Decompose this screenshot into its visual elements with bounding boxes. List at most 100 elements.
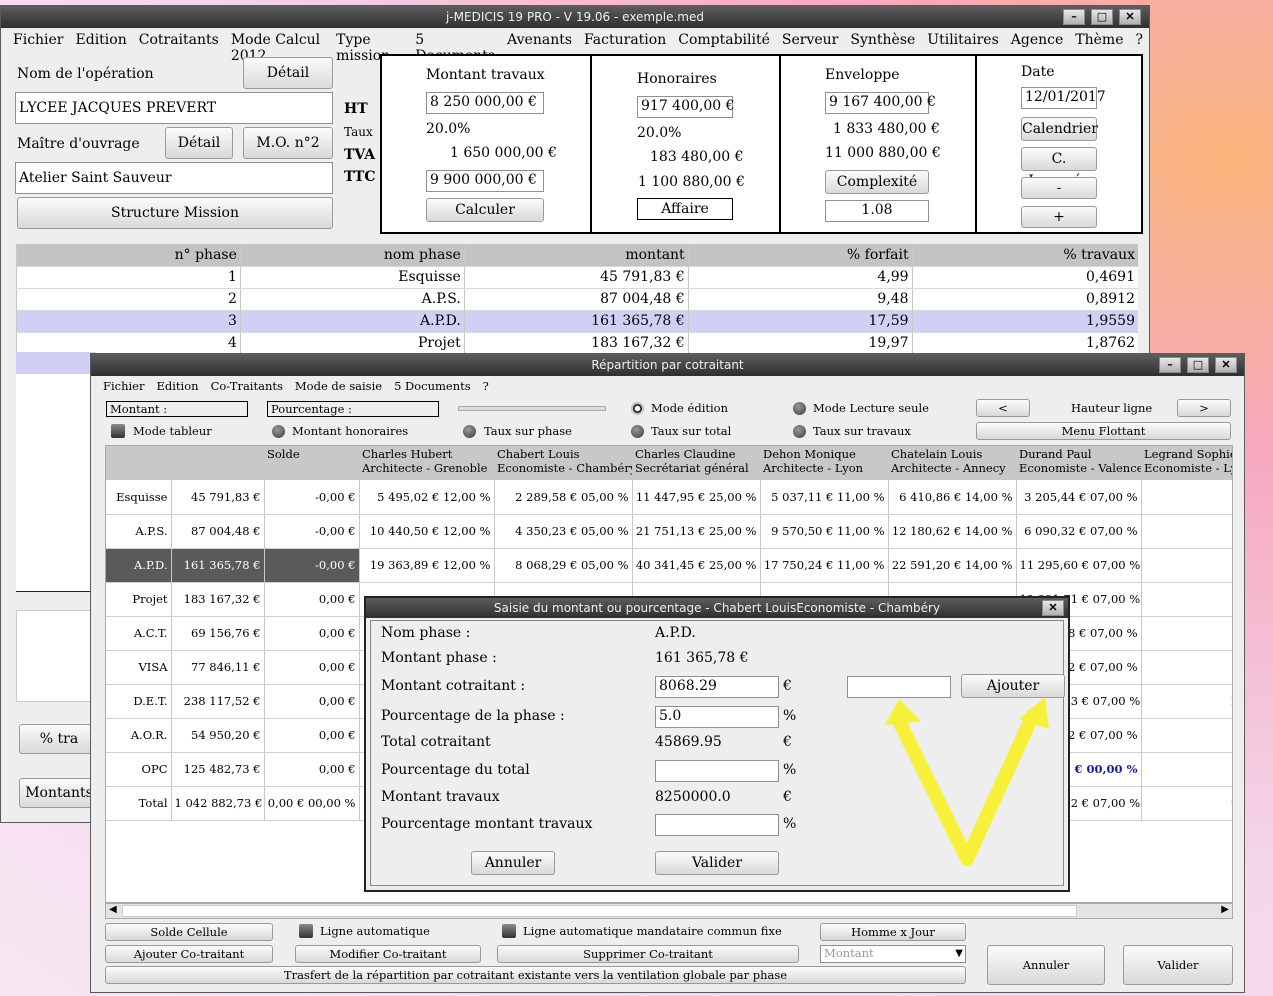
cell[interactable]: 0,00 € xyxy=(264,650,360,685)
table-row[interactable]: A.P.S. 87 004,48 € -0,00 €10 440,50 € 12,0… xyxy=(106,514,1232,549)
col-forfait[interactable]: % forfait xyxy=(687,244,913,267)
homme-jour-button[interactable]: Homme x Jour xyxy=(820,923,966,941)
next-button[interactable]: > xyxy=(1177,399,1231,417)
table-row[interactable]: A.P.D. 161 365,78 € -0,00 €19 363,89 € 12,… xyxy=(106,548,1232,583)
operation-detail-button[interactable]: Détail xyxy=(243,57,333,89)
calculer-button[interactable]: Calculer xyxy=(426,198,544,222)
rep-col-cot[interactable]: Charles Hubert Architecte - Grenoble xyxy=(359,446,494,480)
cell[interactable]: 0,00 € 00,00 % xyxy=(264,786,360,821)
cell[interactable]: 11 295,60 € 07,00 % xyxy=(1016,548,1142,583)
pct-total-input[interactable] xyxy=(655,760,779,782)
rep-menu-fichier[interactable]: Fichier xyxy=(97,379,151,393)
horizontal-scrollbar[interactable]: ◀ ▶ xyxy=(105,903,1233,919)
montant-select[interactable]: Montant ▼ xyxy=(820,945,966,963)
cell[interactable]: 2 289,58 € 05,00 % xyxy=(494,480,633,515)
menu-fichier[interactable]: Fichier xyxy=(7,32,70,64)
mode-tableur-checkbox[interactable] xyxy=(111,424,125,438)
prev-button[interactable]: < xyxy=(976,399,1030,417)
cell[interactable]: 6 090,32 € 07,00 % xyxy=(1016,514,1142,549)
cell[interactable]: 1 831,67 € 01,0 xyxy=(1141,582,1232,617)
rep-col-cot[interactable]: Dehon Monique Architecte - Lyon xyxy=(760,446,888,480)
cell[interactable]: 4 350,23 € 05,00 % xyxy=(494,514,633,549)
travaux-ht-field[interactable]: 8 250 000,00 € xyxy=(426,92,544,114)
cell[interactable]: 5 495,02 € 12,00 % xyxy=(359,480,495,515)
dlg-annuler-button[interactable]: Annuler xyxy=(471,851,555,875)
cell[interactable]: 11 447,95 € 25,00 % xyxy=(632,480,761,515)
cell[interactable]: 3 205,44 € 07,00 % xyxy=(1016,480,1142,515)
ligne-auto-mand-checkbox[interactable] xyxy=(502,924,516,938)
cell[interactable]: 1 613,66 € 01,0 xyxy=(1141,548,1232,583)
rep-valider-button[interactable]: Valider xyxy=(1123,945,1233,985)
cell[interactable]: 0,00 € xyxy=(264,616,360,651)
cell[interactable]: -0,00 € xyxy=(264,480,360,515)
calendrier-button[interactable]: Calendrier xyxy=(1021,117,1098,141)
rep-menu-mode-saisie[interactable]: Mode de saisie xyxy=(289,379,388,393)
montant-cot-input[interactable]: 8068.29 xyxy=(655,676,779,698)
coefficient-field[interactable]: 1.08 xyxy=(825,200,929,222)
cell[interactable]: 0,00 € xyxy=(264,582,360,617)
date-field[interactable]: 12/01/2017 xyxy=(1021,87,1106,109)
mo2-button[interactable]: M.O. n°2 xyxy=(243,127,333,159)
ligne-auto-checkbox[interactable] xyxy=(299,924,313,938)
table-row[interactable]: 2 A.P.S. 87 004,48 €9,48 0,8912 xyxy=(16,288,1138,311)
table-row[interactable]: 4 Projet 183 167,32 €19,97 1,8762 xyxy=(16,332,1138,355)
table-row[interactable]: 1 Esquisse 45 791,83 €4,99 0,4691 xyxy=(16,266,1138,289)
rep-col-cot[interactable]: Chatelain Louis Architecte - Annecy xyxy=(888,446,1016,480)
cell[interactable]: 9 174,02 € 01,0 xyxy=(1141,786,1232,821)
cell[interactable]: 457,91 € 01,0 xyxy=(1141,480,1232,515)
menu-edition[interactable]: Edition xyxy=(70,32,133,64)
solde-cellule-button[interactable]: Solde Cellule xyxy=(105,923,273,941)
cell[interactable]: 549,51 € 01,0 xyxy=(1141,718,1232,753)
cell[interactable]: 19 363,89 € 12,00 % xyxy=(359,548,495,583)
close-icon[interactable]: ✕ xyxy=(1042,600,1064,616)
minus-button[interactable]: - xyxy=(1021,177,1097,199)
taux-travaux-radio[interactable] xyxy=(793,425,806,438)
enveloppe-ht-field[interactable]: 9 167 400,00 € xyxy=(825,92,936,114)
cell[interactable]: 2 381,18 € 01,0 xyxy=(1141,684,1232,719)
rep-menu-cotraitants[interactable]: Co-Traitants xyxy=(205,379,289,393)
cell[interactable]: 8 068,29 € 05,00 % xyxy=(494,548,633,583)
complexite-button[interactable]: Complexité xyxy=(825,170,929,194)
affaire-button[interactable]: Affaire xyxy=(637,198,733,220)
minimize-icon[interactable]: – xyxy=(1159,357,1181,373)
maximize-icon[interactable]: □ xyxy=(1187,357,1209,373)
menu-flottant-button[interactable]: Menu Flottant xyxy=(976,422,1231,440)
scroll-right-icon[interactable]: ▶ xyxy=(1221,904,1229,915)
taux-phase-radio[interactable] xyxy=(463,425,476,438)
cell[interactable]: 0,00 € xyxy=(264,718,360,753)
rep-col-cot[interactable]: Charles Claudine Secrétariat général xyxy=(632,446,760,480)
cell[interactable]: 0,00 € 00,0 xyxy=(1141,752,1232,787)
rep-col-solde[interactable]: Solde xyxy=(264,446,359,480)
maximize-icon[interactable]: □ xyxy=(1091,9,1113,25)
cell[interactable]: 12 180,62 € 14,00 % xyxy=(888,514,1017,549)
rep-col-cot[interactable]: Legrand SophieEconomiste - Lyon xyxy=(1141,446,1232,480)
cell[interactable]: 5 037,11 € 11,00 % xyxy=(760,480,889,515)
menu-cotraitants[interactable]: Cotraitants xyxy=(133,32,225,64)
minimize-icon[interactable]: – xyxy=(1063,9,1085,25)
cell[interactable]: 691,57 € 01,0 xyxy=(1141,616,1232,651)
inversee-button[interactable]: C. Inversée xyxy=(1021,147,1097,189)
cell[interactable]: 21 751,13 € 25,00 % xyxy=(632,514,761,549)
mo-name-field[interactable]: Atelier Saint Sauveur xyxy=(15,162,333,194)
rep-annuler-button[interactable]: Annuler xyxy=(987,945,1105,985)
honoraires-ht-field[interactable]: 917 400,00 € xyxy=(637,96,735,118)
montant-hon-radio[interactable] xyxy=(272,425,285,438)
scroll-thumb[interactable] xyxy=(122,905,1077,917)
cell[interactable]: -0,00 € xyxy=(264,548,360,583)
close-icon[interactable]: ✕ xyxy=(1215,357,1237,373)
col-montant[interactable]: montant xyxy=(463,244,689,267)
ajouter-cotraitant-button[interactable]: Ajouter Co-traitant xyxy=(105,945,273,963)
transfert-button[interactable]: Trasfert de la répartition par cotraitan… xyxy=(105,966,966,984)
dlg-valider-button[interactable]: Valider xyxy=(655,851,779,875)
col-nom-phase[interactable]: nom phase xyxy=(239,244,465,267)
close-icon[interactable]: ✕ xyxy=(1119,9,1141,25)
rep-col-cot[interactable]: Durand Paul Economiste - Valence xyxy=(1016,446,1141,480)
travaux-ttc-field[interactable]: 9 900 000,00 € xyxy=(426,170,544,192)
mode-lecture-radio[interactable] xyxy=(793,402,806,415)
supprimer-cotraitant-button[interactable]: Supprimer Co-traitant xyxy=(497,945,799,963)
mo-detail-button[interactable]: Détail xyxy=(165,127,233,159)
cell[interactable]: 0,00 € xyxy=(264,684,360,719)
pct-travaux-button[interactable]: % tra xyxy=(19,724,99,754)
cell[interactable]: 0,00 € xyxy=(264,752,360,787)
plus-button[interactable]: + xyxy=(1021,206,1097,228)
